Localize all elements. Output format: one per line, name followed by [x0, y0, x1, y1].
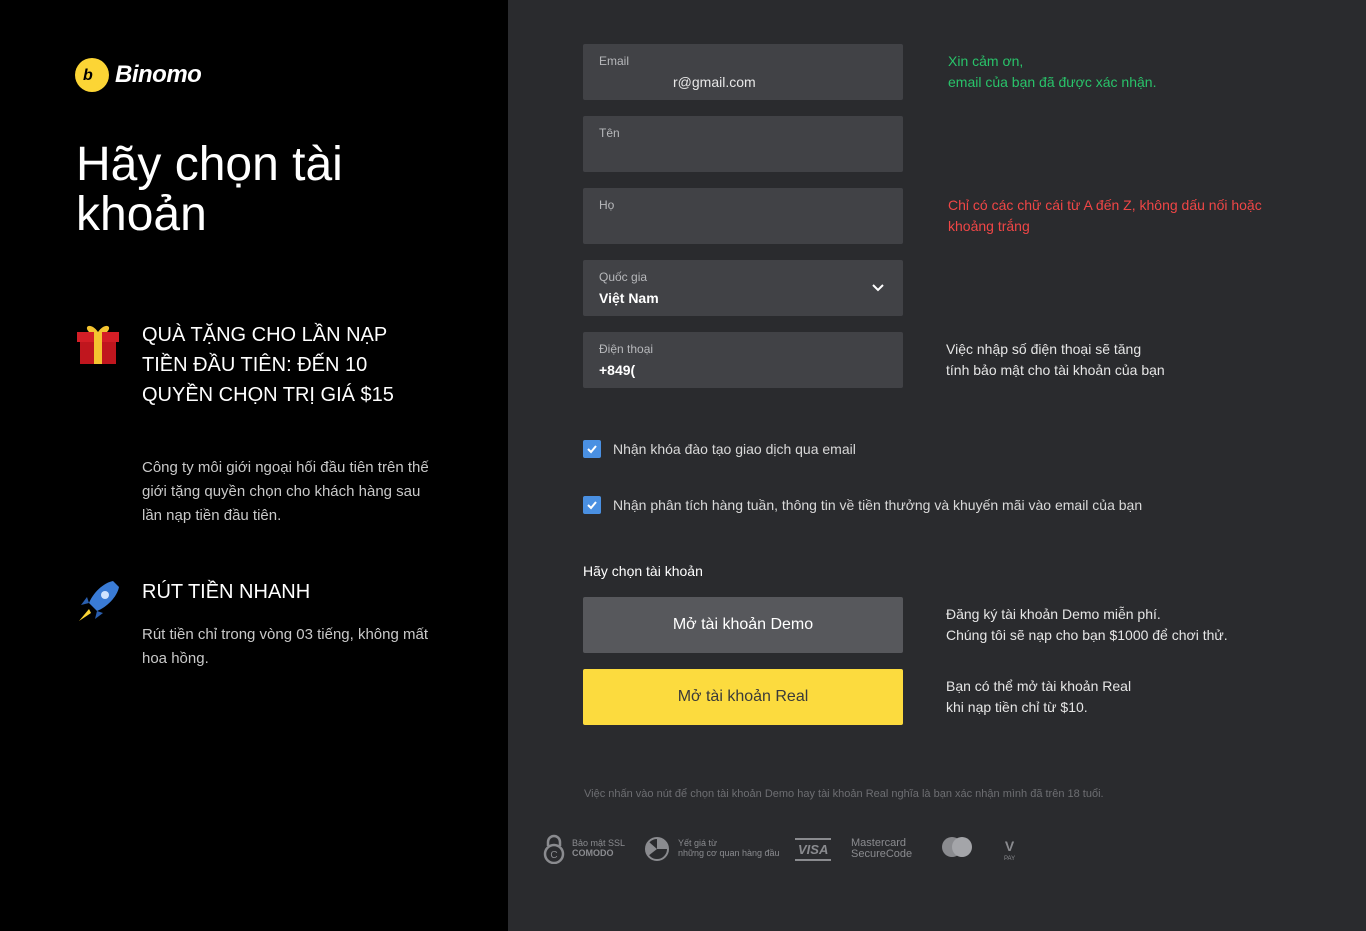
pie-chart-icon	[645, 837, 669, 861]
weekly-checkbox[interactable]	[583, 496, 601, 514]
mastercard-badge	[940, 836, 974, 860]
page-title: Hãy chọn tài khoản	[76, 138, 343, 241]
mastercard-securecode-badge: Mastercard SecureCode	[851, 838, 912, 860]
last-name-error-hint: Chỉ có các chữ cái từ A đến Z, không dấu…	[948, 195, 1262, 237]
gift-icon	[77, 325, 119, 364]
last-name-hint-line1: Chỉ có các chữ cái từ A đến Z, không dấu…	[948, 197, 1262, 213]
last-name-hint-line2: khoảng trắng	[948, 218, 1030, 234]
phone-hint: Việc nhập số điện thoại sẽ tăng tính bảo…	[946, 339, 1165, 381]
choose-account-label: Hãy chọn tài khoản	[583, 563, 703, 579]
mastercard-line2: SecureCode	[851, 848, 913, 860]
demo-hint-line2: Chúng tôi sẽ nạp cho bạn $1000 để chơi t…	[946, 627, 1228, 643]
demo-hint: Đăng ký tài khoản Demo miễn phí. Chúng t…	[946, 604, 1228, 646]
country-value[interactable]: Việt Nam	[599, 290, 659, 306]
last-name-label: Họ	[599, 198, 615, 212]
feature-bonus-title: QUÀ TẶNG CHO LẦN NẠP TIỀN ĐẦU TIÊN: ĐẾN …	[142, 324, 394, 406]
visa-badge: VISA	[795, 838, 832, 861]
svg-text:C: C	[550, 850, 557, 861]
rocket-icon	[79, 581, 119, 621]
email-success-hint: Xin cảm ơn, email của bạn đã được xác nh…	[948, 51, 1156, 93]
demo-hint-line1: Đăng ký tài khoản Demo miễn phí.	[946, 606, 1161, 622]
phone-hint-line2: tính bảo mật cho tài khoản của bạn	[946, 362, 1165, 378]
mastercard-logo-icon	[942, 837, 972, 857]
security-badges: C Bảo mật SSL COMODO Yết giá từ những cơ…	[543, 832, 1043, 866]
open-real-account-button[interactable]: Mở tài khoản Real	[583, 669, 903, 725]
training-checkbox[interactable]	[583, 440, 601, 458]
first-name-field[interactable]: Tên	[583, 116, 903, 172]
feature-withdraw-description: Rút tiền chỉ trong vòng 03 tiếng, không …	[142, 626, 429, 667]
last-name-field[interactable]: Họ	[583, 188, 903, 244]
weekly-checkbox-row[interactable]: Nhận phân tích hàng tuần, thông tin về t…	[583, 496, 1142, 514]
email-value[interactable]: r@gmail.com	[673, 74, 756, 90]
first-name-label: Tên	[599, 126, 620, 140]
email-hint-line2: email của bạn đã được xác nhận.	[948, 74, 1157, 90]
checkmark-icon	[587, 445, 597, 454]
phone-label: Điện thoại	[599, 342, 654, 356]
checkmark-icon	[587, 501, 597, 510]
brand-name: Binomo	[115, 61, 202, 88]
country-select[interactable]: Quốc gia Việt Nam	[583, 260, 903, 316]
rated-badge-line2: những cơ quan hàng đầu	[678, 848, 780, 858]
email-field[interactable]: Email r@gmail.com	[583, 44, 903, 100]
real-hint-line1: Bạn có thể mở tài khoản Real	[946, 678, 1132, 694]
ssl-badge-line1: Bảo mật SSL	[572, 838, 626, 848]
rated-badge-line1: Yết giá từ	[678, 838, 718, 848]
phone-field[interactable]: Điện thoại +849(	[583, 332, 903, 388]
real-hint: Bạn có thể mở tài khoản Real khi nạp tiề…	[946, 676, 1131, 718]
brand-logo[interactable]: b Binomo	[75, 58, 202, 92]
visa-logo: VISA	[795, 838, 832, 861]
open-demo-account-button[interactable]: Mở tài khoản Demo	[583, 597, 903, 653]
left-panel: b Binomo Hãy chọn tài khoản QUÀ TẶNG CHO…	[0, 0, 508, 931]
phone-value[interactable]: +849(	[599, 362, 635, 378]
weekly-checkbox-label[interactable]: Nhận phân tích hàng tuần, thông tin về t…	[613, 497, 1142, 513]
real-hint-line2: khi nạp tiền chỉ từ $10.	[946, 699, 1088, 715]
chevron-down-icon[interactable]	[871, 280, 885, 294]
lock-icon: C	[543, 834, 565, 864]
training-checkbox-row[interactable]: Nhận khóa đào tạo giao dịch qua email	[583, 440, 856, 458]
logo-mark-icon: b	[75, 58, 109, 92]
vpay-badge: V PAY	[1004, 838, 1015, 864]
vpay-line1: V	[1004, 838, 1015, 854]
vpay-line2: PAY	[1004, 856, 1016, 862]
country-label: Quốc gia	[599, 270, 648, 284]
feature-withdraw-title: RÚT TIỀN NHANH	[142, 581, 311, 603]
feature-bonus-description: Công ty môi giới ngoại hối đầu tiên trên…	[142, 459, 429, 524]
email-label: Email	[599, 54, 630, 68]
training-checkbox-label[interactable]: Nhận khóa đào tạo giao dịch qua email	[613, 441, 856, 457]
email-hint-line1: Xin cảm ơn,	[948, 53, 1024, 69]
phone-hint-line1: Việc nhập số điện thoại sẽ tăng	[946, 341, 1142, 357]
age-disclaimer: Việc nhấn vào nút để chọn tài khoản Demo…	[584, 788, 1104, 800]
ssl-badge-line2: COMODO	[572, 848, 614, 858]
